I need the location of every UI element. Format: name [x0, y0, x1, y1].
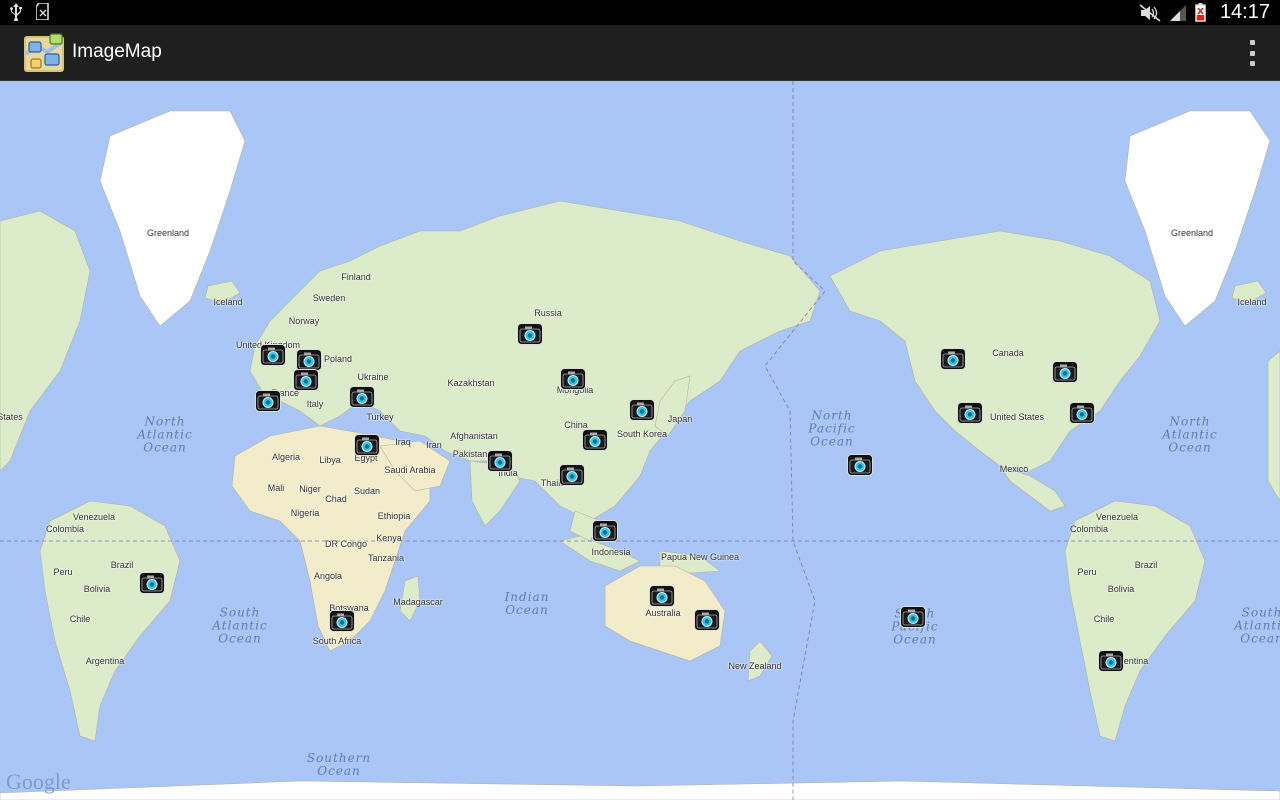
camera-icon[interactable] — [255, 390, 281, 412]
usb-icon — [10, 3, 22, 21]
country-label: Bolivia — [83, 584, 111, 594]
ocean-label: Southern Ocean — [306, 751, 372, 778]
camera-icon[interactable] — [260, 344, 286, 366]
image-map-app-icon[interactable] — [23, 32, 67, 74]
ocean-label: North Atlantic Ocean — [137, 414, 193, 455]
country-label: Iceland — [213, 297, 243, 307]
camera-icon[interactable] — [139, 572, 165, 594]
camera-icon[interactable] — [582, 429, 608, 451]
action-bar: ImageMap — [0, 25, 1280, 81]
google-attribution: Google — [6, 769, 71, 794]
country-label: Poland — [323, 354, 353, 364]
ocean-label: North Pacific Ocean — [808, 408, 856, 449]
camera-icon[interactable] — [694, 609, 720, 631]
country-label: Indonesia — [591, 547, 631, 557]
country-label: Ethiopia — [377, 511, 411, 521]
country-label: Brazil — [1134, 560, 1158, 570]
camera-icon[interactable] — [1052, 361, 1078, 383]
camera-icon[interactable] — [559, 464, 585, 486]
camera-icon[interactable] — [900, 606, 926, 628]
country-label: Japan — [667, 414, 693, 424]
country-label: Norway — [288, 316, 320, 326]
camera-icon[interactable] — [517, 323, 543, 345]
country-label: Italy — [306, 399, 324, 409]
sd-card-icon — [36, 3, 49, 20]
country-label: Australia — [645, 608, 681, 618]
country-label: South Africa — [312, 636, 362, 646]
app-title: ImageMap — [72, 41, 162, 62]
country-label: Colombia — [45, 524, 85, 534]
country-label: Iceland — [1237, 297, 1267, 307]
country-label: Niger — [299, 484, 321, 494]
country-label: Nigeria — [290, 508, 320, 518]
ocean-label: South Atlantic Ocean — [1234, 605, 1280, 646]
country-label: Iran — [426, 440, 442, 450]
camera-icon[interactable] — [293, 369, 319, 391]
country-label: Pakistan — [452, 449, 488, 459]
country-label: Algeria — [271, 452, 301, 462]
country-label: States — [0, 412, 23, 422]
overflow-menu-icon[interactable] — [1246, 40, 1258, 66]
country-label: Angola — [313, 571, 343, 581]
country-label: Venezuela — [1095, 512, 1139, 522]
country-label: Madagascar — [393, 597, 443, 607]
ocean-label: Indian Ocean — [504, 590, 550, 617]
country-label: Chad — [325, 494, 347, 504]
country-label: Mali — [267, 483, 285, 493]
camera-icon[interactable] — [649, 585, 675, 607]
signal-icon — [1169, 4, 1186, 21]
world-map[interactable]: Greenland Greenland Iceland Iceland Finland S… — [0, 81, 1280, 800]
country-label: Mexico — [999, 464, 1029, 474]
country-label: Bolivia — [1107, 584, 1135, 594]
country-label: Chile — [69, 614, 91, 624]
camera-icon[interactable] — [629, 399, 655, 421]
mute-icon — [1139, 3, 1161, 22]
country-label: Brazil — [110, 560, 134, 570]
status-clock: 14:17 — [1219, 1, 1270, 23]
country-label: Canada — [992, 348, 1024, 358]
country-label: United States — [989, 412, 1045, 422]
country-label: Papua New Guinea — [660, 552, 740, 562]
country-label: Venezuela — [72, 512, 116, 522]
country-label: Argentina — [85, 656, 125, 666]
country-label: Colombia — [1069, 524, 1109, 534]
country-label: Sweden — [312, 293, 346, 303]
ocean-label: North Atlantic Ocean — [1162, 414, 1218, 455]
country-label: Tanzania — [367, 553, 405, 563]
country-label: Afghanistan — [450, 431, 498, 441]
country-label: New Zealand — [728, 661, 782, 671]
country-label: Peru — [53, 567, 73, 577]
camera-icon[interactable] — [487, 450, 513, 472]
camera-icon[interactable] — [940, 348, 966, 370]
country-label: Kazakhstan — [447, 378, 495, 388]
country-label: Libya — [319, 455, 341, 465]
ocean-label: South Atlantic Ocean — [212, 605, 268, 646]
country-label: DR Congo — [324, 539, 368, 549]
camera-icon[interactable] — [349, 386, 375, 408]
status-bar: 14:17 — [0, 0, 1280, 25]
camera-icon[interactable] — [329, 610, 355, 632]
country-label: Turkey — [366, 412, 394, 422]
country-label: Greenland — [1170, 228, 1214, 238]
camera-icon[interactable] — [1069, 402, 1095, 424]
country-label: Iraq — [395, 437, 411, 447]
camera-icon[interactable] — [560, 368, 586, 390]
battery-low-icon — [1195, 3, 1206, 22]
country-label: Kenya — [376, 533, 402, 543]
camera-icon[interactable] — [592, 520, 618, 542]
country-label: South Korea — [616, 429, 668, 439]
country-label: Chile — [1093, 614, 1115, 624]
country-label: Greenland — [146, 228, 190, 238]
country-label: Saudi Arabia — [384, 465, 436, 475]
camera-icon[interactable] — [1098, 650, 1124, 672]
country-label: Ukraine — [357, 372, 389, 382]
country-label: Russia — [534, 308, 562, 318]
country-label: Sudan — [353, 486, 381, 496]
country-label: Finland — [341, 272, 371, 282]
camera-icon[interactable] — [296, 349, 322, 371]
country-label: Peru — [1077, 567, 1097, 577]
camera-icon[interactable] — [957, 402, 983, 424]
camera-icon[interactable] — [847, 454, 873, 476]
camera-icon[interactable] — [354, 434, 380, 456]
